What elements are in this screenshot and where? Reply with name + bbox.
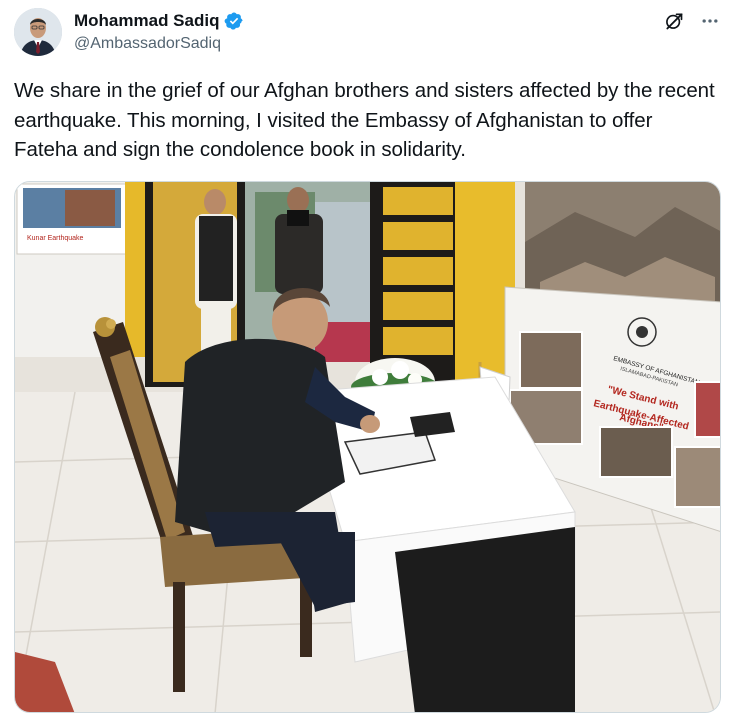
grok-icon[interactable] [663, 10, 685, 32]
tweet-card: Mohammad Sadiq @AmbassadorSadiq We share… [0, 0, 737, 723]
author-name[interactable]: Mohammad Sadiq [74, 11, 219, 31]
tweet-photo[interactable]: Kunar Earthquake EMBASSY OF AFGHANISTAN … [14, 181, 721, 713]
author-block: Mohammad Sadiq @AmbassadorSadiq [74, 10, 244, 53]
left-poster-caption: Kunar Earthquake [27, 235, 84, 242]
verified-badge-icon [224, 11, 244, 31]
tweet-top-actions [663, 10, 721, 32]
more-icon[interactable] [699, 10, 721, 32]
avatar[interactable] [14, 8, 62, 56]
tweet-text: We share in the grief of our Afghan brot… [14, 79, 715, 161]
author-handle[interactable]: @AmbassadorSadiq [74, 35, 244, 53]
